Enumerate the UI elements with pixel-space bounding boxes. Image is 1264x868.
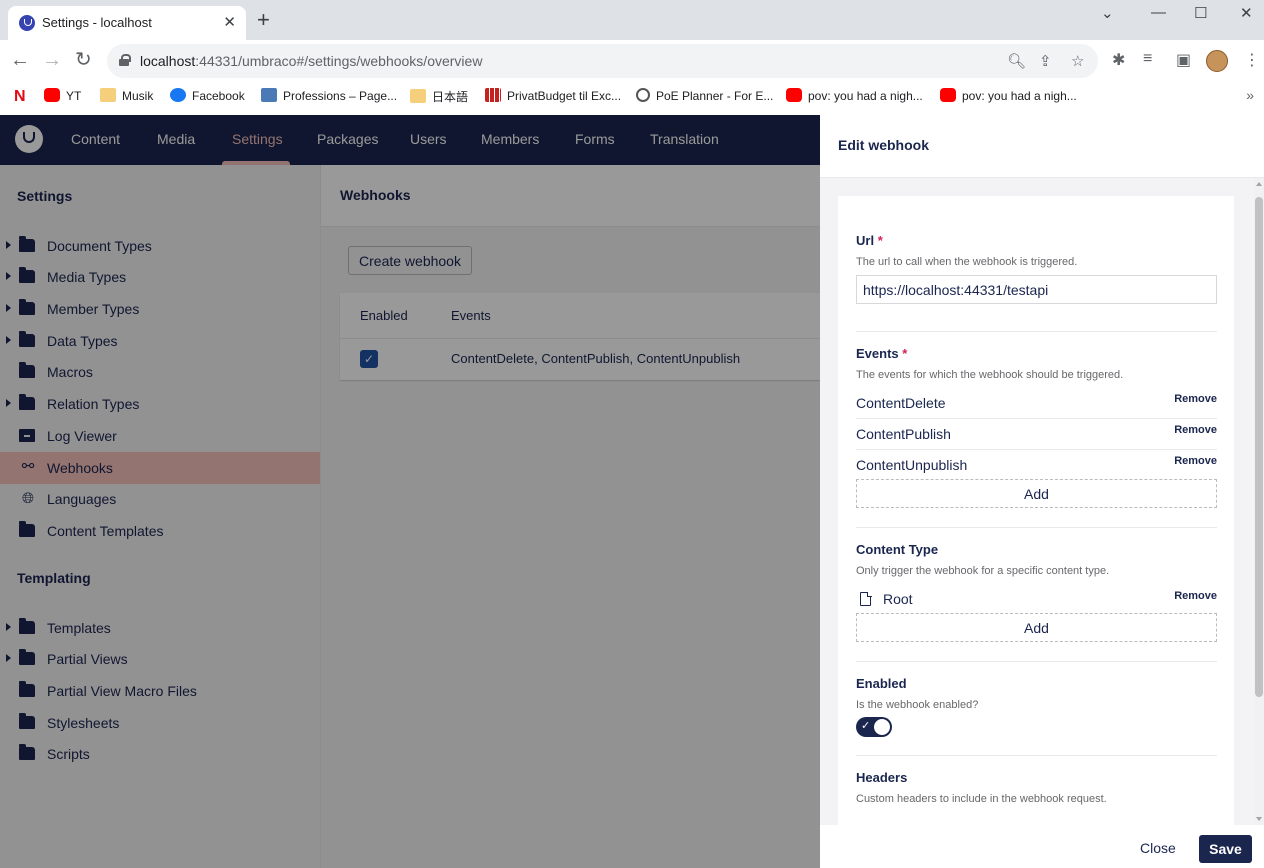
list-item: ContentUnpublish Remove [856, 450, 1217, 481]
scroll-up-icon[interactable] [1256, 182, 1262, 186]
remove-event-button[interactable]: Remove [1174, 424, 1217, 436]
bookmark-netflix[interactable]: N [14, 88, 32, 105]
close-button[interactable]: Close [1140, 840, 1176, 856]
umbraco-favicon-icon [19, 15, 35, 31]
bookmark-poe-planner[interactable]: PoE Planner - For E... [636, 88, 773, 103]
zoom-icon[interactable]: 🔍︎ [1007, 52, 1026, 70]
bookmarks-bar: N YT Musik Facebook Professions – Page..… [0, 82, 1264, 112]
url-input[interactable] [856, 275, 1217, 304]
bookmarks-overflow-icon[interactable]: » [1246, 87, 1254, 103]
events-description: The events for which the webhook should … [856, 369, 1124, 381]
grid-icon [485, 88, 501, 102]
scrollbar-thumb[interactable] [1255, 197, 1263, 697]
content-type-name: Root [883, 591, 913, 607]
required-marker: * [877, 233, 883, 248]
tab-title: Settings - localhost [42, 15, 152, 30]
add-content-type-button[interactable]: Add [856, 613, 1217, 642]
enabled-description: Is the webhook enabled? [856, 699, 979, 711]
lock-icon[interactable] [119, 54, 131, 66]
content-type-label: Content Type [856, 542, 939, 557]
profile-avatar[interactable] [1206, 50, 1228, 72]
check-icon: ✓ [861, 720, 871, 732]
netflix-icon: N [14, 88, 26, 105]
event-name: ContentUnpublish [856, 457, 968, 473]
divider [856, 755, 1217, 756]
share-icon[interactable]: ⇪ [1039, 52, 1052, 70]
headers-description: Custom headers to include in the webhook… [856, 793, 1107, 805]
bookmark-yt[interactable]: YT [44, 88, 81, 103]
divider [856, 331, 1217, 332]
panel-header: Edit webhook [820, 115, 1264, 178]
url-description: The url to call when the webhook is trig… [856, 256, 1078, 268]
bookmark-pov-2[interactable]: pov: you had a nigh... [940, 88, 1077, 103]
event-name: ContentPublish [856, 426, 951, 442]
forward-icon[interactable]: → [42, 49, 62, 71]
add-event-button[interactable]: Add [856, 479, 1217, 508]
panel-footer: Close Save [820, 825, 1264, 868]
panel-scrollbar[interactable] [1254, 178, 1264, 825]
facebook-icon [170, 88, 186, 102]
url-text[interactable]: localhost:44331/umbraco#/settings/webhoo… [140, 53, 482, 69]
remove-event-button[interactable]: Remove [1174, 455, 1217, 467]
media-control-icon[interactable]: ≡ [1143, 50, 1152, 68]
browser-tab-strip: Settings - localhost ✕ + ⌄ — ☐ ✕ [0, 0, 1264, 40]
browser-tab[interactable]: Settings - localhost ✕ [8, 6, 246, 40]
bookmark-facebook[interactable]: Facebook [170, 88, 245, 103]
scroll-down-icon[interactable] [1256, 817, 1262, 821]
side-panel-icon[interactable]: ▣ [1176, 50, 1191, 70]
enabled-label: Enabled [856, 676, 907, 691]
url-label: Url * [856, 233, 883, 248]
panel-title: Edit webhook [838, 137, 929, 153]
toggle-knob [874, 719, 890, 735]
umbraco-app: Content Media Settings Packages Users Me… [0, 115, 1264, 868]
remove-event-button[interactable]: Remove [1174, 393, 1217, 405]
extensions-icon[interactable]: ✱ [1112, 50, 1125, 70]
youtube-icon [44, 88, 60, 102]
remove-content-type-button[interactable]: Remove [1174, 590, 1217, 602]
maximize-icon[interactable]: ☐ [1194, 4, 1207, 22]
tab-close-icon[interactable]: ✕ [223, 13, 236, 31]
divider [856, 527, 1217, 528]
browser-toolbar: ← → ↻ localhost:44331/umbraco#/settings/… [0, 40, 1264, 82]
list-item: ContentDelete Remove [856, 388, 1217, 419]
required-marker: * [902, 346, 908, 361]
webhook-form: Url * The url to call when the webhook i… [838, 196, 1234, 825]
bookmark-professions[interactable]: Professions – Page... [261, 88, 397, 103]
reload-icon[interactable]: ↻ [75, 49, 92, 71]
new-tab-icon[interactable]: + [257, 9, 270, 31]
events-label: Events * [856, 346, 908, 361]
save-button[interactable]: Save [1199, 835, 1252, 863]
edit-webhook-panel: Edit webhook Url * The url to call when … [820, 115, 1264, 868]
list-item: ContentPublish Remove [856, 419, 1217, 450]
menu-icon[interactable]: ⋮ [1244, 50, 1260, 70]
list-item: Root Remove [856, 589, 1217, 613]
tab-search-icon[interactable]: ⌄ [1101, 4, 1114, 22]
headers-label: Headers [856, 770, 908, 785]
content-type-description: Only trigger the webhook for a specific … [856, 565, 1110, 577]
minimize-icon[interactable]: — [1151, 4, 1166, 21]
folder-icon [410, 89, 426, 103]
modal-backdrop[interactable] [0, 115, 820, 868]
address-bar[interactable]: localhost:44331/umbraco#/settings/webhoo… [107, 44, 1098, 78]
back-icon[interactable]: ← [10, 49, 30, 71]
event-name: ContentDelete [856, 395, 946, 411]
bookmark-japanese[interactable]: 日本語 [410, 88, 468, 105]
youtube-icon [786, 88, 802, 102]
site-icon [261, 88, 277, 102]
youtube-icon [940, 88, 956, 102]
bookmark-privatbudget[interactable]: PrivatBudget til Exc... [485, 88, 621, 103]
poe-icon [636, 88, 650, 102]
folder-icon [100, 88, 116, 102]
window-close-icon[interactable]: ✕ [1240, 4, 1253, 22]
document-icon [860, 591, 872, 606]
divider [856, 661, 1217, 662]
bookmark-star-icon[interactable]: ☆ [1071, 52, 1084, 70]
bookmark-musik[interactable]: Musik [100, 88, 153, 103]
enabled-toggle[interactable]: ✓ [856, 717, 892, 737]
bookmark-pov-1[interactable]: pov: you had a nigh... [786, 88, 923, 103]
